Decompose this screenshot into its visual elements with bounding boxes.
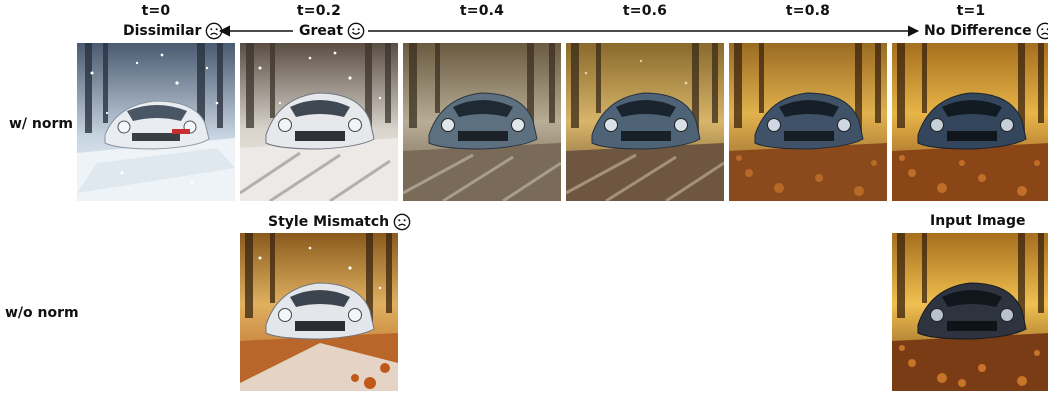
annotation-dissimilar: Dissimilar: [123, 22, 223, 40]
caption-input-image: Input Image: [930, 213, 1026, 229]
annotation-dissimilar-text: Dissimilar: [123, 23, 202, 39]
annotation-no-difference: No Difference: [924, 22, 1048, 40]
result-image-t0.8: [729, 43, 887, 201]
caption-style-mismatch: Style Mismatch: [268, 213, 411, 231]
happy-face-icon: [347, 22, 365, 40]
sad-face-icon: [1036, 22, 1048, 40]
result-image-t1: [892, 43, 1048, 201]
result-image-t0.2: [240, 43, 398, 201]
sad-face-icon: [393, 213, 411, 231]
row-label-with-norm: w/ norm: [9, 116, 73, 132]
sad-face-icon: [206, 22, 223, 40]
result-image-t0: [77, 43, 235, 201]
result-image-t0.6: [566, 43, 724, 201]
annotation-no-difference-text: No Difference: [924, 23, 1032, 39]
result-image-without-norm: [240, 233, 398, 391]
caption-input-image-text: Input Image: [930, 213, 1026, 229]
caption-style-mismatch-text: Style Mismatch: [268, 214, 390, 230]
input-image: [892, 233, 1048, 391]
annotation-great: Great: [299, 22, 365, 40]
row-label-without-norm: w/o norm: [5, 305, 79, 321]
result-image-t0.4: [403, 43, 561, 201]
annotation-great-text: Great: [299, 23, 344, 39]
